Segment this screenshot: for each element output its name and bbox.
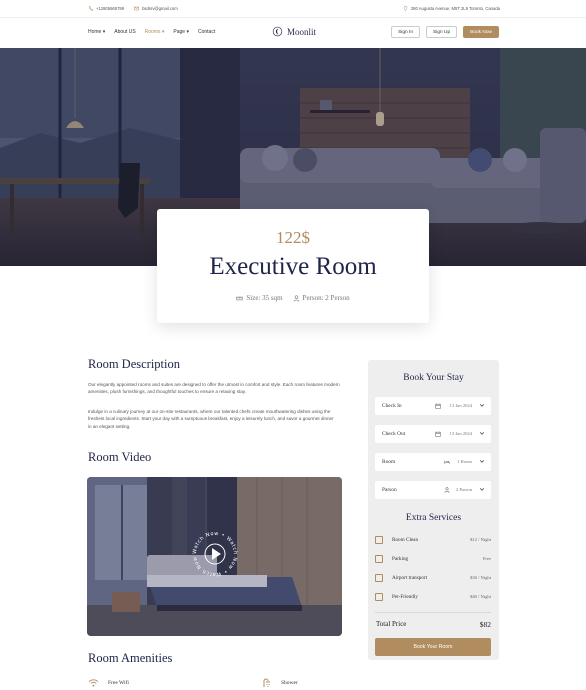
ruler-icon: [236, 296, 244, 300]
service-room-clean[interactable]: Room Clean $12 / Night: [375, 535, 491, 545]
room-price: 122$: [276, 228, 310, 247]
book-your-room-button[interactable]: Book Your Room: [375, 638, 491, 656]
main-nav: Home ▾ About US Rooms ▾ Page ▾ Contact M…: [0, 18, 586, 48]
total-price-value: $82: [479, 620, 491, 629]
divider: [375, 612, 491, 613]
room-amenities-heading: Room Amenities: [88, 651, 173, 665]
extra-services-heading: Extra Services: [405, 513, 462, 523]
address: 280 Augusta Avenue, M5T 2L9 Toronto, Can…: [403, 6, 500, 11]
sign-up-button[interactable]: Sign Up: [426, 26, 458, 38]
calendar-icon: [435, 403, 441, 409]
chevron-down-icon: [479, 460, 485, 463]
room-summary-card: 122$ Executive Room Size: 35 sqm Person:…: [157, 209, 429, 323]
sign-in-button[interactable]: Sign In: [391, 26, 421, 38]
bed-icon: [444, 460, 450, 464]
nav-item-contact[interactable]: Contact: [198, 29, 215, 35]
description-paragraph-1: Our elegantly appointed rooms and suites…: [88, 382, 340, 395]
checkbox[interactable]: [375, 574, 383, 582]
location-pin-icon: [403, 6, 408, 11]
phone-icon: [88, 6, 93, 11]
room-description-heading: Room Description: [88, 357, 181, 371]
chevron-down-icon: [479, 432, 485, 435]
address-text: 280 Augusta Avenue, M5T 2L9 Toronto, Can…: [410, 6, 500, 11]
description-paragraph-2: Indulge in a culinary journey at our on-…: [88, 409, 334, 429]
service-pet-friendly[interactable]: Pet-Friendly $40 / Night: [375, 592, 491, 602]
email-address: bsdsrv@gmail.com: [142, 6, 178, 11]
chevron-down-icon: ▾: [102, 29, 106, 35]
mail-icon: [134, 6, 139, 11]
room-person: Person: 2 Person: [293, 294, 350, 302]
nav-menu: Home ▾ About US Rooms ▾ Page ▾ Contact: [88, 29, 215, 35]
room-video[interactable]: Watch Now • Watch Now • Watch Now •: [87, 477, 342, 636]
email-contact[interactable]: bsdsrv@gmail.com: [134, 6, 178, 11]
shower-icon: [263, 678, 270, 687]
wifi-icon: [88, 679, 99, 687]
chevron-down-icon: ▾: [161, 29, 165, 35]
booking-heading: Book Your Stay: [403, 373, 464, 383]
nav-item-home[interactable]: Home ▾: [88, 29, 105, 35]
watch-now-badge: Watch Now • Watch Now • Watch Now •: [188, 525, 237, 577]
checkbox[interactable]: [375, 593, 383, 601]
person-icon: [444, 487, 450, 493]
person-select[interactable]: Parson 2 Parson: [375, 481, 491, 499]
nav-item-rooms[interactable]: Rooms ▾: [145, 29, 165, 35]
room-select[interactable]: Room 1 Room: [375, 453, 491, 471]
booking-sidebar: Book Your Stay Check In 13 Jun 2024 Chec…: [368, 360, 499, 660]
nav-item-page[interactable]: Page ▾: [173, 29, 189, 35]
play-button[interactable]: Watch Now • Watch Now • Watch Now •: [188, 525, 240, 579]
moon-logo-icon: [272, 26, 283, 37]
checkbox[interactable]: [375, 555, 383, 563]
calendar-icon: [435, 431, 441, 437]
room-video-heading: Room Video: [88, 450, 152, 464]
check-in-field[interactable]: Check In 13 Jun 2024: [375, 397, 491, 415]
logo[interactable]: Moonlit: [272, 26, 316, 37]
nav-item-about[interactable]: About US: [114, 29, 135, 35]
check-out-field[interactable]: Check Out 13 Jun 2024: [375, 425, 491, 443]
top-bar: +12805665799 bsdsrv@gmail.com 280 August…: [0, 0, 586, 18]
person-icon: [293, 294, 299, 302]
service-airport-transport[interactable]: Airport transport $30 / Night: [375, 573, 491, 583]
logo-text: Moonlit: [287, 26, 317, 37]
room-meta: Size: 35 sqm Person: 2 Person: [157, 294, 429, 302]
chevron-down-icon: [479, 404, 485, 407]
amenity-shower: Shower: [262, 678, 298, 688]
service-parking[interactable]: Parking Free: [375, 554, 491, 564]
room-size: Size: 35 sqm: [236, 294, 283, 302]
total-price-label: Total Price: [376, 620, 407, 628]
play-icon: [212, 548, 221, 560]
checkbox[interactable]: [375, 536, 383, 544]
chevron-down-icon: ▾: [186, 29, 189, 35]
phone-contact[interactable]: +12805665799: [88, 6, 124, 11]
phone-number: +12805665799: [96, 6, 125, 11]
chevron-down-icon: [479, 488, 485, 491]
book-now-button[interactable]: Book Now: [463, 26, 499, 38]
amenity-wifi: Free Wifi: [88, 679, 129, 687]
room-title: Executive Room: [209, 253, 377, 280]
